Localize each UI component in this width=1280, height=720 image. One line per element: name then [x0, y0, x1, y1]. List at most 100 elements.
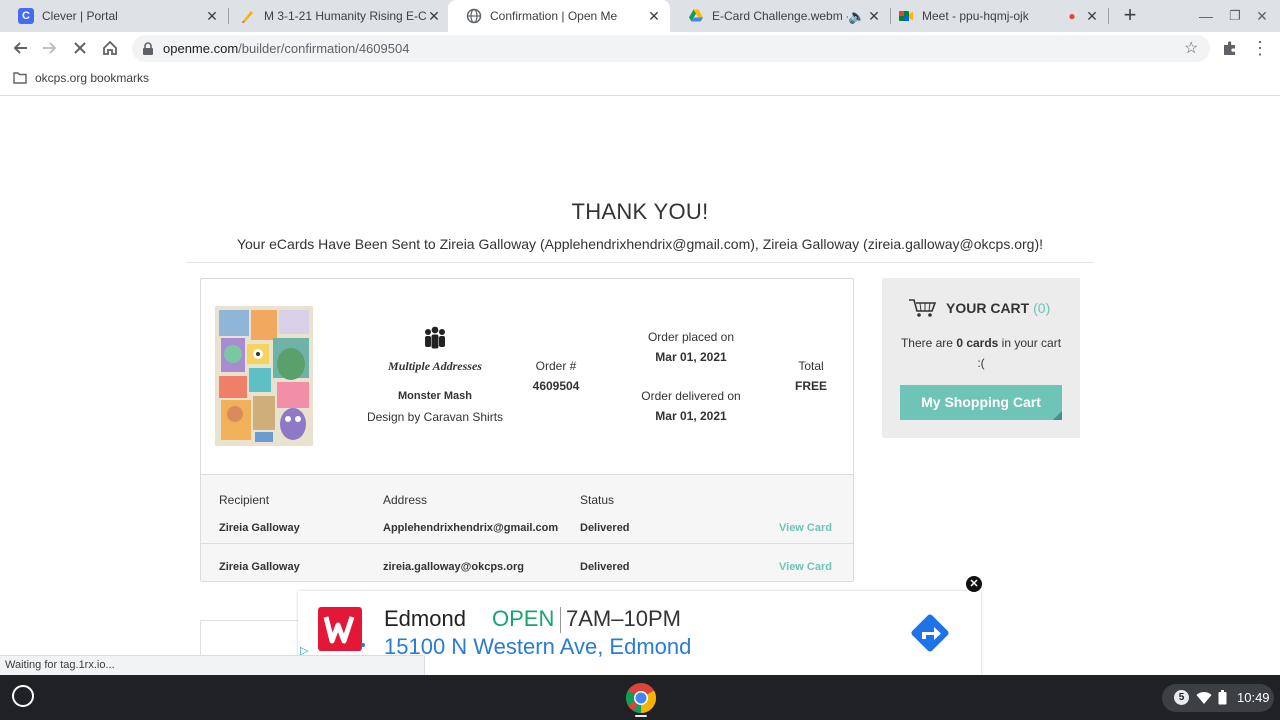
tab-separator [1108, 8, 1109, 24]
directions-arrow-icon[interactable] [906, 609, 954, 657]
my-shopping-cart-button[interactable]: My Shopping Cart [900, 385, 1062, 420]
card-name: Monster Mash [398, 390, 472, 402]
running-indicator [635, 715, 647, 717]
folder-icon [13, 72, 27, 84]
ad-open-status: OPEN [492, 606, 555, 631]
back-arrow-icon[interactable] [10, 38, 30, 58]
total-value: FREE [794, 379, 827, 393]
google-meet-icon [898, 8, 914, 24]
bookmark-folder[interactable]: okcps.org bookmarks [13, 71, 149, 85]
extensions-puzzle-icon[interactable] [1220, 38, 1240, 58]
delivery-status: Delivered [580, 561, 630, 573]
ecard-thumbnail[interactable] [215, 306, 313, 446]
recipient-address: zireia.galloway@okcps.org [383, 561, 524, 573]
tab-title: Confirmation | Open Me [490, 9, 618, 23]
restore-icon[interactable]: ❐ [1225, 6, 1245, 26]
page-content: THANK YOU! Your eCards Have Been Sent to… [0, 97, 1280, 675]
clever-icon: C [18, 8, 34, 24]
tab-title: M 3-1-21 Humanity Rising E-Ca [264, 9, 426, 23]
tab-confirmation[interactable]: Confirmation | Open Me ✕ [448, 0, 670, 32]
cart-message-prefix: There are [900, 336, 957, 350]
new-tab-plus-icon[interactable]: + [1120, 2, 1140, 27]
order-placed-label: Order placed on [647, 330, 735, 344]
ad-close-icon[interactable]: ✕ [966, 576, 982, 592]
minimize-icon[interactable]: — [1196, 6, 1216, 26]
tab-meet[interactable]: Meet - ppu-hqmj-ojk ● ✕ [880, 0, 1108, 32]
close-icon[interactable]: ✕ [426, 8, 442, 24]
ad-separator [560, 607, 561, 633]
bookmark-star-icon[interactable]: ☆ [1184, 35, 1198, 62]
os-shelf: 5 10:49 [0, 675, 1280, 720]
url-host: openme.com [163, 41, 239, 56]
order-delivered-date: Mar 01, 2021 [655, 409, 727, 423]
order-number-label: Order # [535, 359, 577, 373]
divider [186, 262, 1094, 263]
system-tray[interactable]: 5 10:49 [1162, 684, 1274, 712]
cart-message: There are 0 cards in your cart :( [900, 333, 1062, 373]
globe-icon [466, 8, 482, 24]
tab-clever[interactable]: C Clever | Portal ✕ [0, 0, 228, 32]
cart-panel: YOUR CART (0) There are 0 cards in your … [882, 278, 1080, 438]
tab-title: Clever | Portal [42, 9, 118, 23]
ad-address: 15100 N Western Ave, Edmond [384, 634, 692, 659]
recipient-name: Zireia Galloway [219, 561, 300, 573]
card-design: Design by Caravan Shirts [366, 410, 504, 424]
cart-card-count: 0 cards [956, 336, 999, 350]
address-header: Address [383, 493, 428, 507]
recipients-table: Recipient Address Status Zireia Galloway… [201, 474, 853, 581]
ad-hours: 7AM–10PM [566, 606, 681, 631]
wifi-icon [1196, 691, 1212, 708]
battery-icon [1218, 690, 1227, 708]
cart-title-text: YOUR CART [946, 300, 1030, 316]
order-number: 4609504 [532, 379, 580, 393]
total-label: Total [798, 359, 824, 373]
chrome-browser-icon[interactable] [625, 682, 657, 714]
bookmark-folder-label: okcps.org bookmarks [35, 71, 150, 85]
shopping-cart-icon [908, 298, 937, 323]
walgreens-logo-icon [316, 605, 366, 655]
status-bubble: Waiting for tag.1rx.io... [0, 655, 425, 675]
tab-humanity-rising[interactable]: M 3-1-21 Humanity Rising E-Ca ✕ [222, 0, 450, 32]
view-card-link[interactable]: View Card [779, 561, 832, 573]
page-subtitle: Your eCards Have Been Sent to Zireia Gal… [236, 236, 1044, 252]
tab-title: Meet - ppu-hqmj-ojk [922, 9, 1029, 23]
recipient-name: Zireia Galloway [219, 522, 300, 534]
close-icon[interactable]: ✕ [204, 8, 220, 24]
close-icon[interactable]: ✕ [1084, 8, 1100, 24]
cart-count: (0) [1033, 300, 1051, 316]
multiple-addresses-label: Multiple Addresses [388, 359, 482, 373]
ad-store-name: Edmond [384, 606, 466, 631]
forward-arrow-icon[interactable] [40, 38, 60, 58]
status-header: Status [580, 493, 615, 507]
page-title: THANK YOU! [571, 199, 709, 224]
row-divider [201, 543, 853, 544]
clock: 10:49 [1237, 690, 1270, 705]
url-path: /builder/confirmation/4609504 [238, 41, 410, 56]
tab-ecard-challenge[interactable]: E-Card Challenge.webm - Gi 🔈 ✕ [670, 0, 890, 32]
cart-title: YOUR CART (0) [946, 300, 1050, 316]
recipient-address: Applehendrixhendrix@gmail.com [383, 522, 559, 534]
window-close-icon[interactable]: ✕ [1252, 6, 1272, 26]
close-icon[interactable]: ✕ [646, 8, 662, 24]
menu-kebab-icon[interactable]: ⋮ [1250, 38, 1270, 58]
stop-loading-icon[interactable] [70, 38, 90, 58]
order-summary-card: Multiple Addresses Monster Mash Design b… [200, 278, 854, 582]
order-placed-date: Mar 01, 2021 [655, 350, 727, 364]
multiple-people-icon [422, 325, 448, 351]
speaker-icon[interactable]: 🔈 [848, 8, 865, 24]
home-icon[interactable] [100, 38, 120, 58]
delivery-status: Delivered [580, 522, 630, 534]
tab-strip: C Clever | Portal ✕ M 3-1-21 Humanity Ri… [0, 0, 1280, 32]
notification-count-icon: 5 [1174, 690, 1189, 705]
view-card-link[interactable]: View Card [779, 522, 832, 534]
recording-icon: ● [1068, 9, 1076, 23]
launcher-icon[interactable] [12, 685, 34, 707]
pencil-icon [240, 8, 256, 24]
browser-toolbar: openme.com/builder/confirmation/4609504 … [0, 32, 1280, 64]
bookmarks-bar: okcps.org bookmarks [0, 64, 1280, 96]
lock-icon[interactable] [142, 35, 154, 65]
tab-title: E-Card Challenge.webm - Gi [712, 9, 848, 23]
address-bar[interactable]: openme.com/builder/confirmation/4609504 … [132, 35, 1210, 62]
google-drive-icon [688, 8, 704, 24]
recipient-header: Recipient [219, 493, 270, 507]
